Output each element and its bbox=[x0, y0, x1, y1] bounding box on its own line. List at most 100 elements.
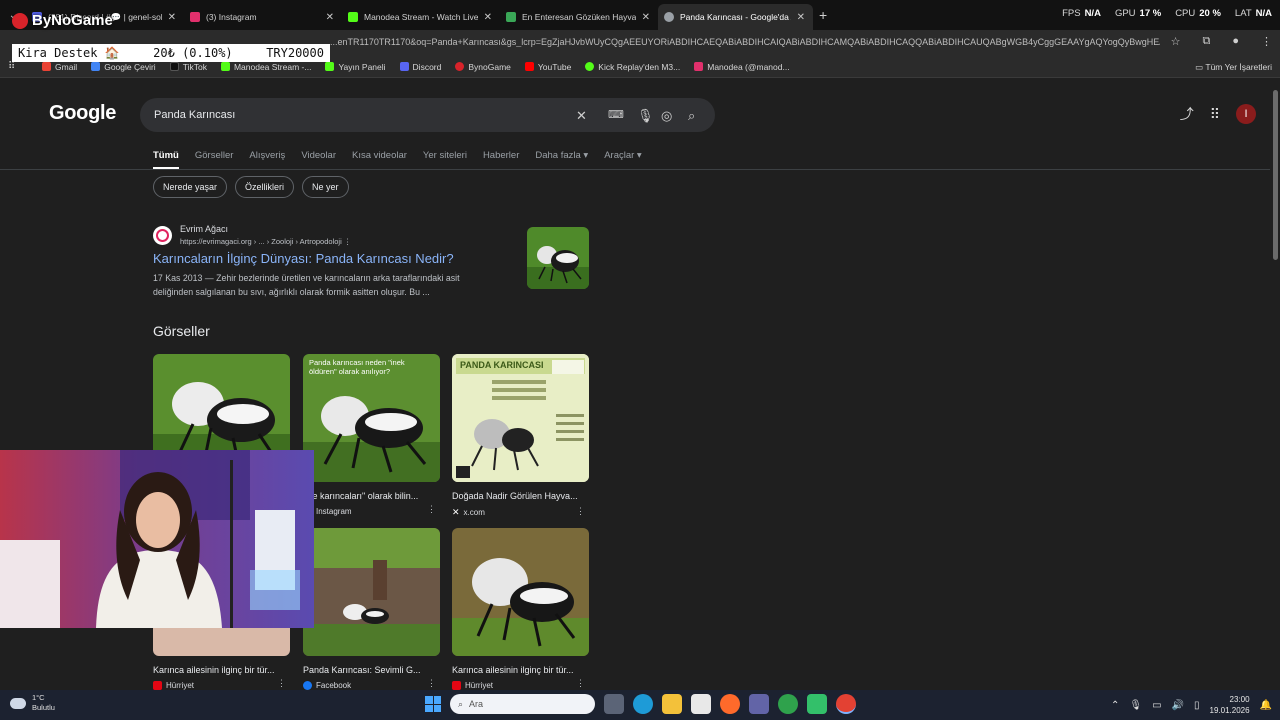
volume-icon[interactable]: 🔊 bbox=[1172, 700, 1184, 711]
close-tab-icon[interactable]: ✕ bbox=[326, 12, 334, 23]
network-icon[interactable]: ▭ bbox=[1152, 700, 1161, 711]
more-options-icon[interactable]: ⋮ bbox=[277, 678, 286, 689]
bookmark-tiktok[interactable]: TikTok bbox=[169, 62, 207, 72]
tab-hayvan[interactable]: En Enteresan Gözüken Hayvan ✕ bbox=[500, 4, 658, 30]
share-icon[interactable]: ⤴ bbox=[1180, 104, 1194, 124]
tab-all[interactable]: Tümü bbox=[153, 150, 179, 169]
image-thumbnail[interactable] bbox=[452, 528, 589, 656]
search-icon[interactable]: ⌕ bbox=[688, 108, 695, 124]
tab-tools[interactable]: Araçlar ▾ bbox=[604, 150, 642, 169]
bookmark-kick-replay[interactable]: Kick Replay'den M3... bbox=[585, 62, 680, 72]
image-card[interactable]: Panda Karıncası: Sevimli G... Facebook ⋮ bbox=[303, 528, 440, 690]
images-heading: Görseller bbox=[153, 323, 210, 339]
chrome-icon[interactable] bbox=[778, 694, 798, 714]
all-bookmarks[interactable]: ▭ Tüm Yer İşaretleri bbox=[1195, 62, 1272, 73]
bookmark-gmail[interactable]: Gmail bbox=[42, 62, 77, 72]
tab-shopping[interactable]: Alışveriş bbox=[249, 150, 285, 169]
apps-icon[interactable]: ⠿ bbox=[1210, 106, 1220, 123]
url-field[interactable]: ...enTR1170TR1170&oq=Panda+Karıncası&gs_… bbox=[330, 37, 1160, 47]
file-explorer-icon[interactable] bbox=[662, 694, 682, 714]
close-tab-icon[interactable]: ✕ bbox=[642, 12, 650, 23]
firefox-icon[interactable] bbox=[720, 694, 740, 714]
avatar[interactable]: I bbox=[1236, 104, 1256, 124]
image-card[interactable]: PANDA KARINCASI Doğada Nadir Görülen Hay… bbox=[452, 354, 589, 518]
more-options-icon[interactable]: ⋮ bbox=[427, 504, 436, 515]
tab-short-videos[interactable]: Kısa videolar bbox=[352, 150, 407, 169]
site-favicon-icon[interactable] bbox=[153, 226, 172, 245]
new-tab-button[interactable]: + bbox=[819, 7, 827, 23]
chip-where-lives[interactable]: Nerede yaşar bbox=[153, 176, 228, 198]
teams-icon[interactable] bbox=[749, 694, 769, 714]
image-source[interactable]: Hürriyet bbox=[153, 681, 290, 690]
image-source[interactable]: ✕ x.com bbox=[452, 507, 589, 518]
search-box[interactable]: Panda Karıncası ✕ ⌨ 🎙 ◎ ⌕ bbox=[140, 98, 715, 132]
tab-places[interactable]: Yer siteleri bbox=[423, 150, 467, 169]
more-options-icon[interactable]: ⋮ bbox=[576, 506, 585, 517]
keyboard-icon[interactable]: ⌨ bbox=[608, 108, 624, 121]
bookmark-bynogame[interactable]: BynoGame bbox=[455, 62, 511, 72]
weather-widget[interactable]: 1°C Bulutlu bbox=[10, 693, 55, 713]
search-input[interactable]: Panda Karıncası bbox=[154, 109, 235, 121]
microphone-icon[interactable]: 🎙 bbox=[637, 108, 654, 124]
lens-icon[interactable]: ◎ bbox=[661, 108, 672, 124]
image-caption[interactable]: dife karıncaları" olarak bilin... bbox=[303, 491, 440, 501]
image-thumbnail[interactable]: Panda karıncası neden "inek öldüren" ola… bbox=[303, 354, 440, 482]
tab-more[interactable]: Daha fazla ▾ bbox=[535, 150, 588, 169]
start-button[interactable] bbox=[425, 696, 441, 712]
edge-icon[interactable] bbox=[633, 694, 653, 714]
bookmark-discord[interactable]: Discord bbox=[399, 62, 441, 72]
bookmark-translate[interactable]: Google Çeviri bbox=[91, 62, 156, 72]
result-title-link[interactable]: Karıncaların İlginç Dünyası: Panda Karın… bbox=[153, 251, 454, 266]
store-icon[interactable] bbox=[691, 694, 711, 714]
chip-features[interactable]: Özellikleri bbox=[235, 176, 295, 198]
result-thumbnail[interactable] bbox=[527, 227, 589, 289]
clock[interactable]: 23:00 19.01.2026 bbox=[1210, 694, 1250, 716]
tab-images[interactable]: Görseller bbox=[195, 150, 234, 169]
mic-icon[interactable]: 🎙 bbox=[1129, 700, 1142, 711]
vertical-scrollbar[interactable] bbox=[1271, 80, 1280, 688]
battery-icon[interactable]: ▯ bbox=[1194, 700, 1200, 711]
more-options-icon[interactable]: ⋮ bbox=[427, 678, 436, 689]
extensions-icon[interactable]: ⧉ bbox=[1202, 35, 1210, 48]
taskbar-search[interactable]: ⌕ Ara bbox=[450, 694, 595, 714]
obs-icon[interactable] bbox=[807, 694, 827, 714]
image-source[interactable]: Instagram bbox=[303, 507, 440, 516]
result-breadcrumb[interactable]: https://evrimagaci.org › ... › Zooloji ›… bbox=[180, 237, 351, 246]
scrollbar-thumb[interactable] bbox=[1273, 90, 1278, 260]
image-caption[interactable]: Karınca ailesinin ilginç bir tür... bbox=[452, 665, 589, 675]
notification-icon[interactable]: 🔔 bbox=[1260, 700, 1272, 711]
bookmark-instagram[interactable]: Manodea (@manod... bbox=[694, 62, 790, 72]
image-caption[interactable]: Doğada Nadir Görülen Hayva... bbox=[452, 491, 589, 501]
close-tab-icon[interactable]: ✕ bbox=[168, 12, 176, 23]
bookmark-yayin[interactable]: Yayın Paneli bbox=[325, 62, 386, 72]
clear-icon[interactable]: ✕ bbox=[576, 108, 587, 124]
more-options-icon[interactable]: ⋮ bbox=[576, 678, 585, 689]
image-thumbnail[interactable] bbox=[303, 528, 440, 656]
image-thumbnail[interactable]: PANDA KARINCASI bbox=[452, 354, 589, 482]
bookmark-youtube[interactable]: YouTube bbox=[524, 62, 571, 72]
image-caption[interactable]: Panda Karıncası: Sevimli G... bbox=[303, 665, 440, 675]
image-source[interactable]: Facebook bbox=[303, 681, 440, 690]
apps-grid-icon[interactable]: ⠿ bbox=[8, 61, 20, 72]
bookmark-star-icon[interactable]: ☆ bbox=[1171, 35, 1181, 48]
task-view-icon[interactable] bbox=[604, 694, 624, 714]
chip-what-eats[interactable]: Ne yer bbox=[302, 176, 349, 198]
google-logo[interactable]: Google bbox=[49, 102, 116, 125]
image-card[interactable]: Panda karıncası neden "inek öldüren" ola… bbox=[303, 354, 440, 516]
close-tab-icon[interactable]: ✕ bbox=[484, 12, 492, 23]
bookmark-manodea[interactable]: Manodea Stream -... bbox=[220, 62, 311, 72]
result-site-name[interactable]: Evrim Ağacı bbox=[180, 224, 228, 234]
tab-videos[interactable]: Videolar bbox=[301, 150, 336, 169]
close-tab-icon[interactable]: ✕ bbox=[797, 12, 805, 23]
tab-google-active[interactable]: Panda Karıncası - Google'da Ar ✕ bbox=[658, 4, 813, 30]
image-caption[interactable]: Karınca ailesinin ilginç bir tür... bbox=[153, 665, 290, 675]
profile-icon[interactable]: ● bbox=[1232, 35, 1239, 48]
chevron-up-icon[interactable]: ⌃ bbox=[1111, 700, 1119, 711]
chrome-active-icon[interactable] bbox=[836, 694, 856, 714]
tab-kick[interactable]: Manodea Stream - Watch Live ✕ bbox=[342, 4, 500, 30]
tab-news[interactable]: Haberler bbox=[483, 150, 519, 169]
image-source[interactable]: Hürriyet bbox=[452, 681, 589, 690]
menu-icon[interactable]: ⋮ bbox=[1261, 35, 1272, 48]
image-card[interactable]: Karınca ailesinin ilginç bir tür... Hürr… bbox=[452, 528, 589, 690]
tab-instagram[interactable]: (3) Instagram ✕ bbox=[184, 4, 342, 30]
